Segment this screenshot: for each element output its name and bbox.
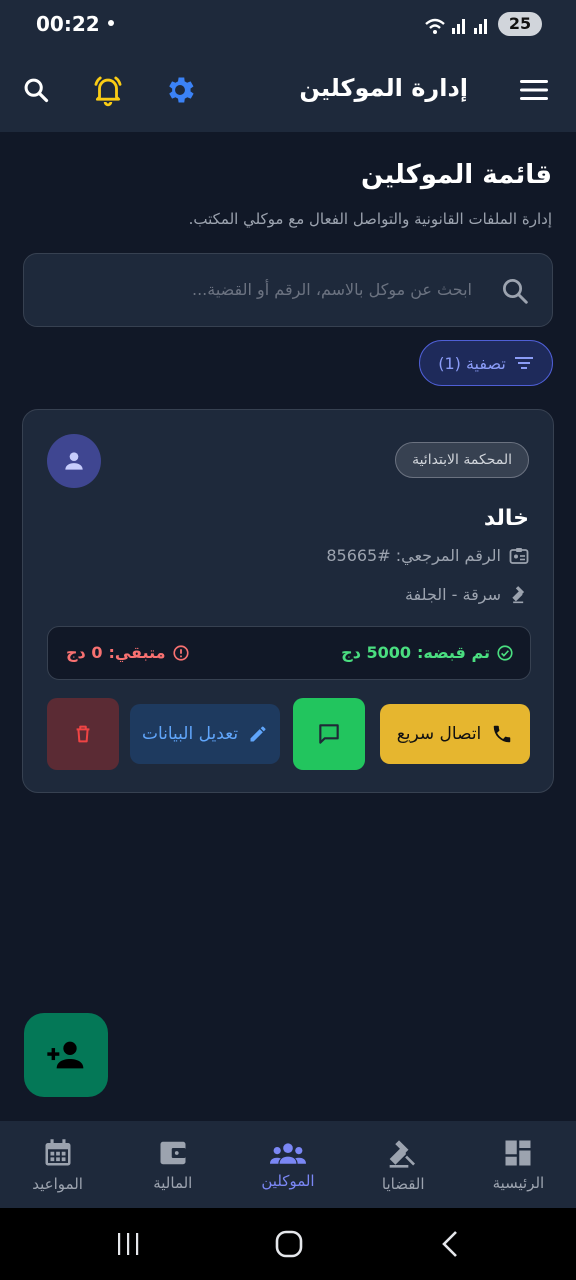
client-case: سرقة - الجلفة xyxy=(405,584,529,604)
status-time: 00:22 xyxy=(36,12,100,36)
person-add-icon xyxy=(47,1041,84,1069)
payment-summary: تم قبضه: 5000 دج متبقي: 0 دج xyxy=(47,626,531,680)
app-bar: إدارة الموكلين xyxy=(0,52,576,132)
nav-label-home: الرئيسية xyxy=(492,1173,545,1192)
nav-item-home[interactable]: الرئيسية xyxy=(461,1121,576,1208)
search-icon xyxy=(503,279,528,304)
calendar-icon xyxy=(45,1138,71,1165)
search-button[interactable] xyxy=(20,72,52,108)
chat-icon xyxy=(319,724,339,744)
remaining-label: متبقي: xyxy=(108,643,166,662)
nav-item-finance[interactable]: المالية xyxy=(115,1121,230,1208)
settings-button[interactable] xyxy=(160,70,200,110)
filter-icon xyxy=(514,357,533,369)
nav-label-appointments: المواعيد xyxy=(32,1174,83,1193)
search-placeholder: ابحث عن موكل بالاسم، الرقم أو القضية... xyxy=(192,280,472,299)
notifications-button[interactable] xyxy=(90,70,126,110)
quick-call-label: اتصال سريع xyxy=(396,724,482,744)
battery-indicator: 25 xyxy=(498,12,542,36)
nav-item-appointments[interactable]: المواعيد xyxy=(0,1121,115,1208)
bottom-navigation: الرئيسية القضايا الموكلين المالية المواع… xyxy=(0,1121,576,1208)
page-title: قائمة الموكلين xyxy=(361,160,552,190)
message-button[interactable] xyxy=(293,698,365,770)
back-icon[interactable] xyxy=(440,1230,460,1258)
reference-text: الرقم المرجعي: #85665 xyxy=(326,546,501,565)
menu-button[interactable] xyxy=(516,74,552,106)
signal-icon xyxy=(425,18,487,34)
client-name: خالد xyxy=(483,506,529,531)
nav-label-cases: القضايا xyxy=(381,1174,425,1193)
hamburger-menu-icon xyxy=(520,80,548,100)
court-badge: المحكمة الابتدائية xyxy=(395,442,529,478)
gavel-icon xyxy=(389,1139,416,1168)
filter-button[interactable]: تصفية (1) xyxy=(419,340,553,386)
trash-icon xyxy=(76,725,90,743)
app-bar-title: إدارة الموكلين xyxy=(299,74,468,102)
nav-item-cases[interactable]: القضايا xyxy=(346,1121,461,1208)
client-card: المحكمة الابتدائية خالد الرقم المرجعي: #… xyxy=(22,409,554,793)
home-icon[interactable] xyxy=(275,1230,303,1258)
paid-amount: تم قبضه: 5000 دج xyxy=(341,643,514,662)
gear-icon xyxy=(169,77,194,103)
page-subtitle: إدارة الملفات القانونية والتواصل الفعال … xyxy=(188,210,552,228)
phone-icon xyxy=(494,725,511,743)
dashboard-icon xyxy=(505,1140,531,1165)
remaining-value: 0 دج xyxy=(66,643,103,662)
wallet-icon xyxy=(160,1141,186,1164)
status-bar: 00:22 25 xyxy=(0,0,576,52)
person-icon xyxy=(65,452,83,470)
remaining-amount: متبقي: 0 دج xyxy=(66,643,190,662)
case-text: سرقة - الجلفة xyxy=(404,584,501,604)
filter-label: تصفية (1) xyxy=(438,353,506,373)
edit-data-button[interactable]: تعديل البيانات xyxy=(130,704,280,764)
avatar xyxy=(47,434,101,488)
edit-data-label: تعديل البيانات xyxy=(141,724,239,744)
paid-value: 5000 دج xyxy=(341,643,411,662)
delete-button[interactable] xyxy=(47,698,119,770)
client-reference: الرقم المرجعي: #85665 xyxy=(326,546,529,565)
id-card-icon xyxy=(509,547,529,564)
paid-label: تم قبضه: xyxy=(417,643,490,662)
search-field[interactable]: ابحث عن موكل بالاسم، الرقم أو القضية... xyxy=(23,253,553,327)
search-icon xyxy=(24,78,49,103)
recent-apps-icon[interactable] xyxy=(116,1232,140,1256)
add-client-button[interactable] xyxy=(24,1013,108,1097)
bell-alert-icon xyxy=(94,76,122,107)
check-circle-icon xyxy=(497,644,513,661)
pencil-icon xyxy=(250,726,266,742)
system-navigation-bar xyxy=(0,1208,576,1280)
alert-circle-icon xyxy=(172,644,189,661)
nav-label-clients: الموكلين xyxy=(261,1171,315,1190)
nav-label-finance: المالية xyxy=(153,1173,193,1192)
people-icon xyxy=(270,1142,306,1164)
quick-call-button[interactable]: اتصال سريع xyxy=(380,704,530,764)
nav-item-clients[interactable]: الموكلين xyxy=(230,1121,345,1208)
notification-dot xyxy=(108,20,114,26)
gavel-icon xyxy=(512,586,525,604)
